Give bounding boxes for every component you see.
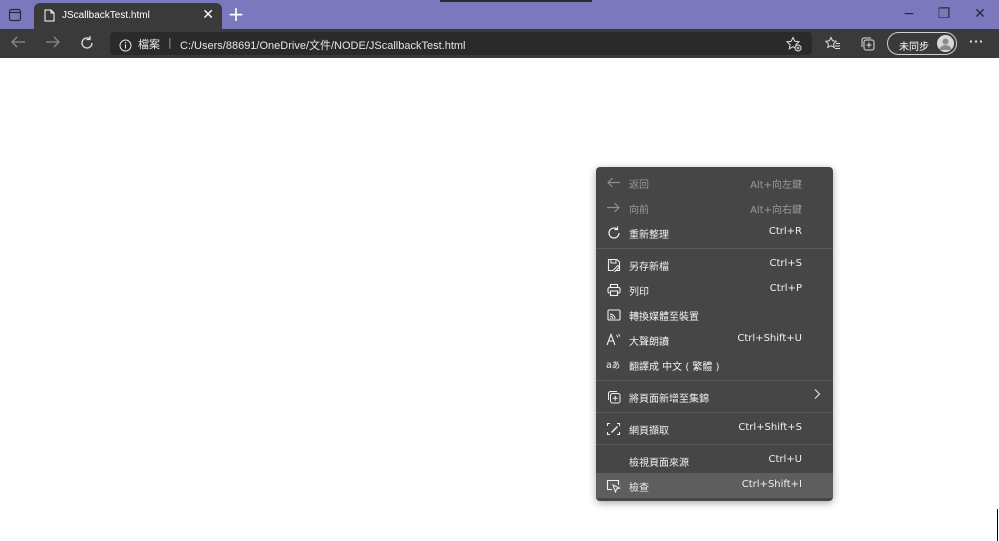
menu-item-shortcut: Ctrl+S (769, 258, 802, 269)
save-as-icon (606, 257, 621, 272)
menu-item-label: 檢視頁面來源 (629, 458, 689, 469)
browser-toolbar: 檔案 | C:/Users/88691/OneDrive/文件/NODE/JSc… (0, 29, 999, 58)
tab-actions-icon[interactable] (6, 6, 24, 24)
favorites-icon[interactable] (824, 35, 842, 53)
menu-item-save-as[interactable]: 另存新檔 Ctrl+S (596, 252, 833, 277)
collections-icon (606, 389, 621, 404)
back-arrow-icon (606, 175, 621, 190)
svg-text:あ: あ (612, 360, 620, 370)
restore-button[interactable]: ❐ (934, 5, 954, 23)
more-options-button[interactable]: ··· (966, 33, 986, 51)
new-tab-button[interactable]: + (227, 3, 245, 25)
menu-item-shortcut: Ctrl+Shift+U (737, 333, 802, 344)
submenu-chevron-icon (813, 388, 821, 404)
menu-item-view-source[interactable]: 檢視頁面來源 Ctrl+U (596, 448, 833, 473)
url-text[interactable]: C:/Users/88691/OneDrive/文件/NODE/JScallba… (180, 37, 465, 53)
menu-separator (596, 380, 833, 381)
menu-item-cast-media[interactable]: 轉換媒體至裝置 (596, 302, 833, 327)
menu-item-forward[interactable]: 向前 Alt+向右鍵 (596, 195, 833, 220)
menu-item-label: 重新整理 (629, 230, 669, 241)
menu-item-label: 網頁擷取 (629, 426, 669, 437)
menu-item-shortcut: Alt+向左鍵 (750, 180, 802, 191)
cast-icon (606, 307, 621, 322)
menu-item-shortcut: Ctrl+P (769, 283, 802, 294)
forward-button[interactable] (44, 35, 62, 53)
refresh-icon (606, 225, 621, 240)
collections-toolbar-icon[interactable] (859, 35, 877, 53)
info-icon[interactable] (119, 37, 132, 56)
menu-separator (596, 248, 833, 249)
add-favorite-icon[interactable] (785, 36, 802, 56)
menu-item-label: 轉換媒體至裝置 (629, 312, 699, 323)
minimize-button[interactable]: − (899, 5, 919, 23)
read-aloud-icon (606, 332, 621, 347)
menu-item-label: 另存新檔 (629, 262, 669, 273)
context-menu: 返回 Alt+向左鍵 向前 Alt+向右鍵 重新整理 Ctrl+R 另存新檔 C… (596, 167, 833, 501)
menu-item-read-aloud[interactable]: 大聲朗讀 Ctrl+Shift+U (596, 327, 833, 352)
translate-icon: aあ (606, 357, 621, 372)
menu-item-shortcut: Ctrl+Shift+S (738, 422, 802, 433)
document-icon (44, 9, 55, 25)
menu-item-shortcut: Ctrl+U (768, 454, 803, 465)
title-bar: JScallbackTest.html ✕ + − ❐ ✕ (0, 0, 999, 29)
profile-sync-label: 未同步 (899, 42, 929, 53)
menu-item-shortcut: Alt+向右鍵 (750, 205, 802, 216)
close-window-button[interactable]: ✕ (970, 5, 990, 23)
menu-item-label: 檢查 (629, 483, 649, 494)
tab-title: JScallbackTest.html (62, 10, 150, 21)
address-bar[interactable]: 檔案 | C:/Users/88691/OneDrive/文件/NODE/JSc… (110, 32, 812, 55)
menu-item-label: 大聲朗讀 (629, 337, 669, 348)
text-cursor (997, 509, 998, 541)
menu-item-label: 翻譯成 中文 ( 繁體 ) (629, 362, 720, 373)
menu-separator (596, 412, 833, 413)
menu-separator (596, 444, 833, 445)
tab-close-icon[interactable]: ✕ (202, 8, 214, 22)
menu-item-print[interactable]: 列印 Ctrl+P (596, 277, 833, 302)
back-button[interactable] (9, 35, 27, 53)
web-capture-icon (606, 421, 621, 436)
forward-arrow-icon (606, 200, 621, 215)
avatar-icon (937, 35, 954, 52)
menu-item-label: 向前 (629, 205, 649, 216)
profile-button[interactable]: 未同步 (887, 32, 957, 55)
menu-item-label: 將頁面新增至集錦 (629, 394, 709, 405)
menu-item-inspect[interactable]: 檢查 Ctrl+Shift+I (596, 473, 833, 498)
menu-item-add-to-collections[interactable]: 將頁面新增至集錦 (596, 384, 833, 409)
inspect-icon (606, 478, 621, 493)
refresh-button[interactable] (78, 35, 96, 53)
menu-item-shortcut: Ctrl+Shift+I (741, 479, 802, 490)
menu-item-label: 列印 (629, 287, 649, 298)
menu-item-shortcut: Ctrl+R (768, 226, 802, 237)
menu-item-label: 返回 (629, 180, 649, 191)
title-bar-accent-line (440, 0, 592, 2)
menu-item-refresh[interactable]: 重新整理 Ctrl+R (596, 220, 833, 245)
menu-item-translate[interactable]: aあ 翻譯成 中文 ( 繁體 ) (596, 352, 833, 377)
menu-item-back[interactable]: 返回 Alt+向左鍵 (596, 170, 833, 195)
printer-icon (606, 282, 621, 297)
menu-item-web-capture[interactable]: 網頁擷取 Ctrl+Shift+S (596, 416, 833, 441)
site-info-label: 檔案 (138, 38, 160, 51)
address-separator: | (168, 36, 172, 49)
active-tab[interactable]: JScallbackTest.html ✕ (34, 3, 222, 29)
